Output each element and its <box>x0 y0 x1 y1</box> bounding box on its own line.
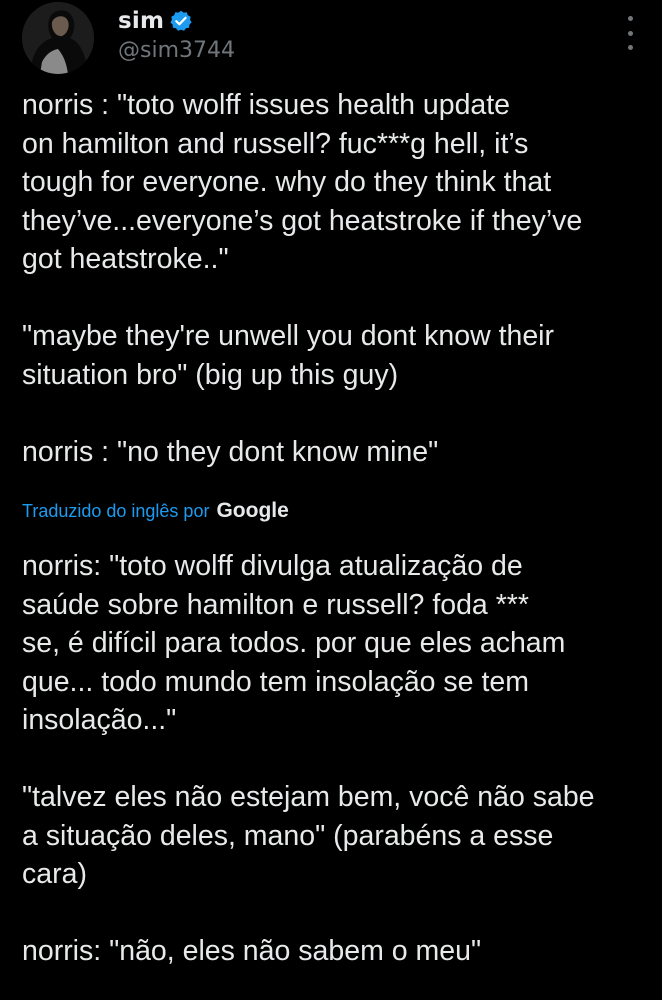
tweet-text: norris : "toto wolff issues health updat… <box>22 89 583 468</box>
avatar[interactable] <box>22 2 94 74</box>
display-name-row[interactable]: sim <box>118 6 235 36</box>
tweet-header: sim @sim3744 <box>22 0 640 80</box>
translation-label[interactable]: Traduzido do inglês por <box>22 501 209 522</box>
author-handle[interactable]: @sim3744 <box>118 38 235 63</box>
google-logo: Google <box>216 499 289 522</box>
verified-badge-icon <box>170 10 192 32</box>
translation-attribution: Traduzido do inglês por Google <box>22 499 289 529</box>
author-names: sim @sim3744 <box>118 6 235 63</box>
more-options-icon[interactable] <box>620 16 640 50</box>
translated-text: norris: "toto wolff divulga atualização … <box>22 550 595 967</box>
avatar-image <box>22 2 94 74</box>
more-dot <box>627 30 633 36</box>
more-dot <box>627 16 633 21</box>
more-dot <box>627 45 633 50</box>
display-name[interactable]: sim <box>118 8 164 34</box>
